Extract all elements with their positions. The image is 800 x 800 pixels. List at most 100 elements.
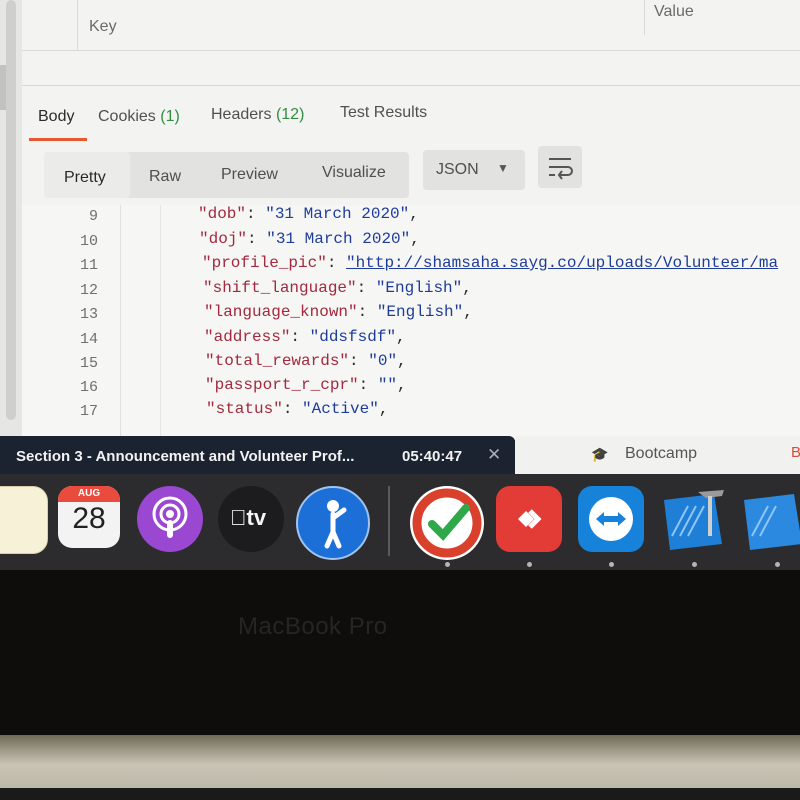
code-line[interactable]: "passport_r_cpr": "",: [205, 376, 407, 394]
pretty-label: Pretty: [64, 169, 106, 186]
line-number: 10: [79, 233, 98, 250]
column-divider[interactable]: [644, 0, 645, 35]
view-mode-bar: Pretty Raw Preview Visualize: [44, 152, 409, 198]
json-key: "profile_pic": [202, 254, 327, 272]
json-key: "dob": [198, 205, 247, 223]
calendar-day: 28: [72, 502, 106, 535]
close-icon[interactable]: ✕: [487, 445, 501, 465]
sidebar-scrollbar[interactable]: [6, 0, 16, 420]
json-value: "ddsfsdf": [309, 328, 397, 346]
raw-button[interactable]: Raw: [149, 168, 181, 186]
code-line[interactable]: "shift_language": "English",: [203, 279, 472, 297]
code-line[interactable]: "doj": "31 March 2020",: [199, 230, 420, 248]
code-line[interactable]: "total_rewards": "0",: [205, 352, 407, 370]
accessibility-app-icon[interactable]: [296, 486, 370, 560]
keyboard-edge: [0, 788, 800, 800]
json-comma: ,: [397, 376, 407, 394]
preview-button[interactable]: Preview: [221, 166, 278, 184]
sidebar-collapse-handle[interactable]: [0, 65, 6, 110]
json-value: "": [377, 376, 398, 394]
tab-cookies[interactable]: Cookies (1): [98, 108, 180, 126]
response-body[interactable]: 9 "dob": "31 March 2020", 10 "doj": "31 Mar…: [22, 205, 800, 440]
wrap-lines-button[interactable]: [538, 146, 582, 188]
json-separator: :: [282, 400, 303, 418]
json-key: "doj": [199, 230, 248, 248]
json-value: "0": [368, 352, 398, 370]
key-column-header: Key: [89, 18, 117, 35]
notes-app-icon[interactable]: [0, 486, 48, 554]
postman-window: Key Value Body Cookies (1) Headers (12) …: [0, 0, 800, 440]
format-select-value: JSON: [436, 161, 479, 178]
json-separator: :: [357, 303, 377, 321]
video-title: Section 3 - Announcement and Volunteer P…: [16, 448, 355, 465]
tab-test-results[interactable]: Test Results: [340, 104, 427, 122]
pretty-button[interactable]: Pretty: [44, 152, 130, 198]
json-key: "language_known": [204, 303, 358, 321]
tab-label: Test Results: [340, 104, 428, 121]
json-separator: :: [358, 376, 378, 394]
dock-separator: [388, 486, 390, 556]
partial-tab-label: B: [791, 444, 800, 461]
code-line[interactable]: "status": "Active",: [206, 400, 388, 418]
tv-label: tv: [230, 505, 266, 531]
video-preview-tooltip[interactable]: Section 3 - Announcement and Volunteer P…: [0, 436, 515, 474]
tab-label: Body: [38, 108, 75, 125]
code-line[interactable]: "profile_pic": "http://shamsaha.sayg.co/…: [202, 254, 778, 272]
json-value: "Active": [302, 400, 379, 418]
code-line[interactable]: "language_known": "English",: [204, 303, 473, 321]
calendar-app-icon[interactable]: AUG 28: [58, 486, 120, 548]
json-comma: ,: [463, 303, 473, 321]
line-number: 17: [79, 403, 98, 420]
tab-body[interactable]: Body: [38, 108, 74, 126]
video-timestamp: 05:40:47: [402, 448, 463, 465]
macbook-label: MacBook Pro: [238, 613, 388, 640]
json-separator: :: [247, 230, 267, 248]
tab-count: (1): [160, 108, 180, 125]
wrap-lines-icon: [549, 158, 573, 180]
xcode-app-icon[interactable]: [658, 486, 728, 552]
json-key: "total_rewards": [205, 352, 350, 370]
apple-tv-app-icon[interactable]: tv: [218, 486, 284, 552]
json-key: "passport_r_cpr": [205, 376, 359, 394]
params-table: Key Value: [22, 0, 800, 86]
bootcamp-tab[interactable]: Bootcamp: [625, 445, 697, 463]
double-arrow-icon: [589, 497, 633, 541]
table-header-row: Key Value: [22, 0, 800, 51]
json-comma: ,: [397, 352, 407, 370]
accessibility-icon: [324, 500, 347, 549]
json-comma: ,: [378, 400, 389, 418]
checker-app-icon[interactable]: [410, 486, 484, 560]
tab-headers[interactable]: Headers (12): [211, 106, 304, 124]
code-line[interactable]: "dob": "31 March 2020",: [198, 205, 419, 223]
json-key: "address": [204, 328, 291, 346]
response-tabs: Body Cookies (1) Headers (12) Test Resul…: [22, 100, 800, 142]
tab-count: (12): [275, 106, 305, 123]
code-line[interactable]: "address": "ddsfsdf",: [204, 328, 406, 346]
json-value: "31 March 2020": [265, 205, 410, 223]
json-comma: ,: [409, 205, 419, 223]
select-column[interactable]: [22, 0, 78, 50]
running-indicator: [692, 562, 697, 567]
running-indicator: [445, 562, 450, 567]
json-separator: :: [356, 279, 376, 297]
xcode-beta-app-icon[interactable]: [738, 486, 800, 552]
json-separator: :: [326, 254, 347, 272]
running-indicator: [527, 562, 532, 567]
teamviewer-app-icon[interactable]: [578, 486, 644, 552]
calendar-month: AUG: [58, 486, 120, 502]
chevron-down-icon: ▼: [497, 161, 509, 175]
graduation-cap-icon: 🎓: [591, 446, 609, 462]
json-link-value[interactable]: "http://shamsaha.sayg.co/uploads/Volunte…: [346, 254, 778, 272]
hammer-blueprint-icon: [744, 494, 800, 550]
running-indicator: [775, 562, 780, 567]
json-comma: ,: [410, 230, 420, 248]
json-separator: :: [349, 352, 369, 370]
format-select[interactable]: JSON ▼: [423, 150, 525, 190]
visualize-button[interactable]: Visualize: [322, 164, 386, 182]
anydesk-app-icon[interactable]: [496, 486, 562, 552]
diamond-icon: [518, 509, 542, 529]
podcasts-app-icon[interactable]: [137, 486, 203, 552]
background-tab-strip: 🎓 Bootcamp B: [515, 436, 800, 474]
value-column-header: Value: [654, 3, 694, 20]
json-value: "31 March 2020": [266, 230, 411, 248]
